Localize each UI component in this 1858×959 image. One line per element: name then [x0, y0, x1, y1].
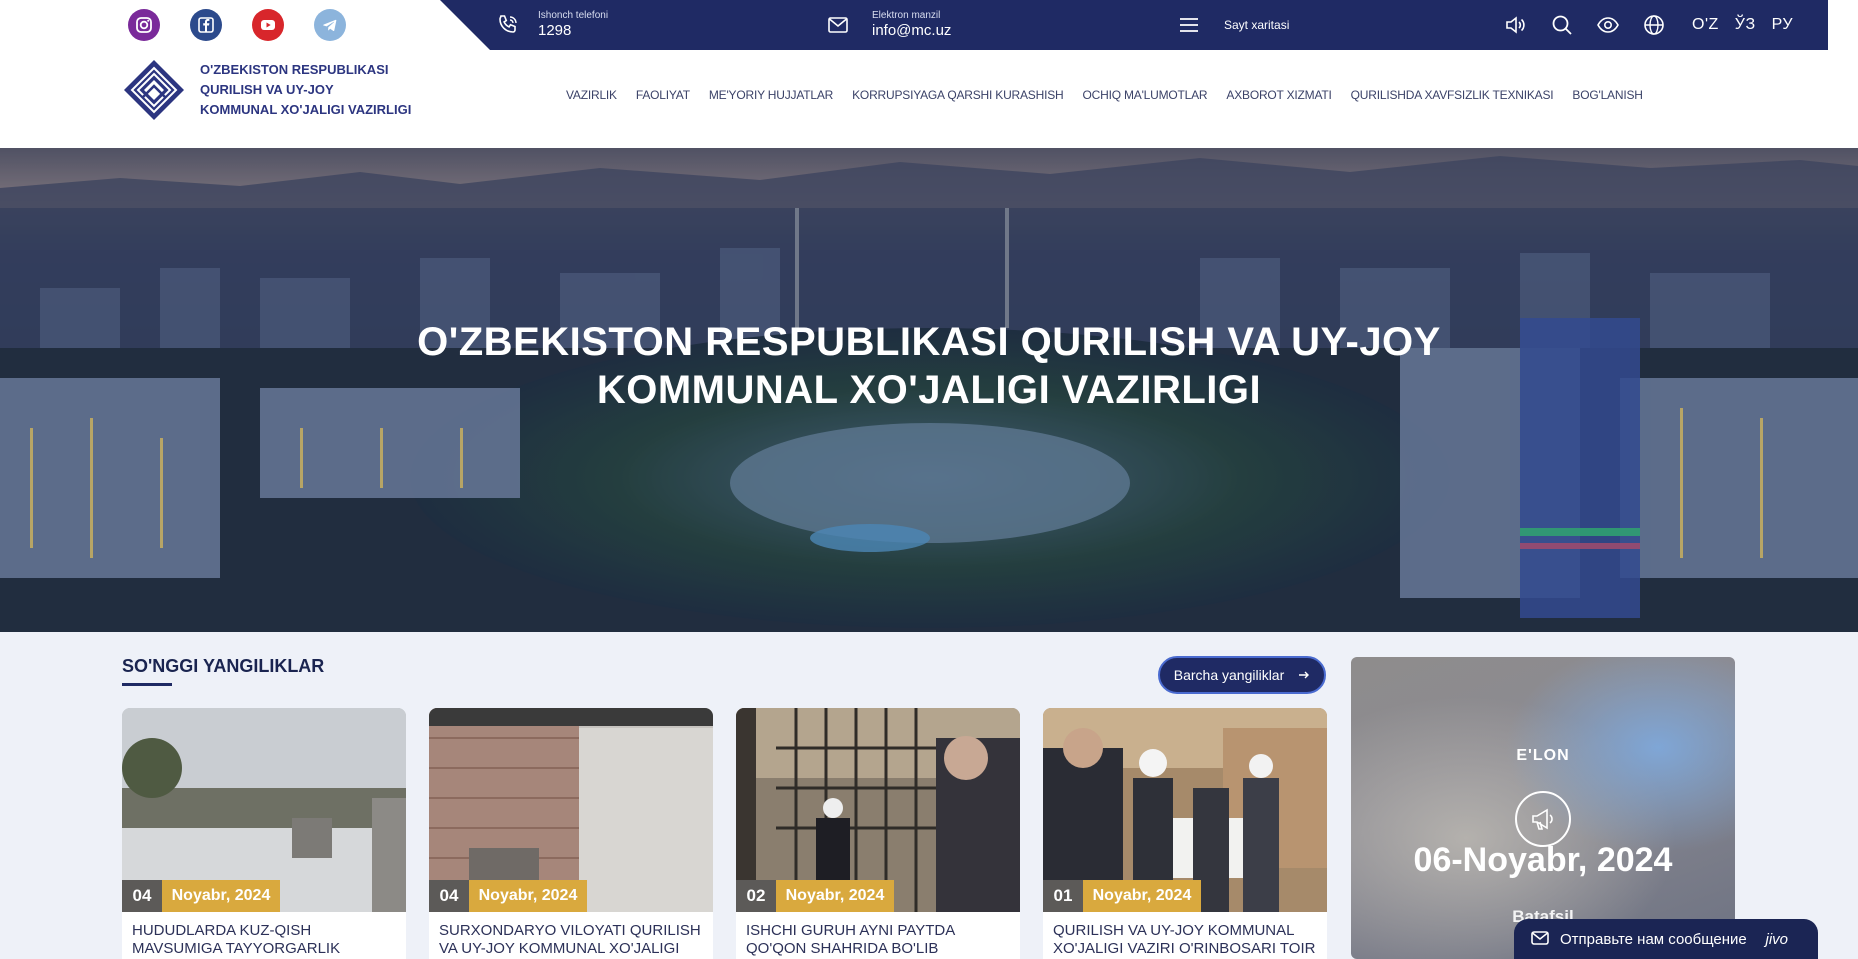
- site-header: Ishonch telefoni 1298 Elektron manzil in…: [0, 0, 1858, 148]
- hero-title-line-2: KOMMUNAL XO'JALIGI VAZIRLIGI: [596, 368, 1262, 412]
- lang-uz-cyrillic[interactable]: ЎЗ: [1735, 16, 1756, 34]
- news-date-day: 04: [122, 880, 162, 912]
- news-card[interactable]: 04 Noyabr, 2024 HUDUDLARDA KUZ-QISH MAVS…: [122, 708, 406, 959]
- news-date-month: Noyabr, 2024: [162, 880, 280, 912]
- chat-label: Отправьте нам сообщение: [1560, 930, 1747, 948]
- logo-line-1: O'ZBEKISTON RESPUBLIKASI: [200, 62, 389, 77]
- menu-icon: [1180, 18, 1198, 32]
- all-news-button[interactable]: Barcha yangiliklar: [1158, 656, 1326, 694]
- email-address: info@mc.uz: [872, 22, 952, 39]
- chat-brand: jivo: [1765, 930, 1788, 948]
- sitemap-label: Sayt xaritasi: [1224, 18, 1290, 32]
- nav-faoliyat[interactable]: FAOLIYAT: [636, 88, 690, 102]
- chat-message-icon: [1531, 931, 1549, 945]
- hotline[interactable]: Ishonch telefoni 1298: [496, 0, 608, 50]
- email-label: Elektron manzil: [872, 10, 941, 21]
- nav-boglanish[interactable]: BOG'LANISH: [1572, 88, 1643, 102]
- top-contact-bar: Ishonch telefoni 1298 Elektron manzil in…: [440, 0, 1828, 50]
- announcement-label: E'LON: [1516, 747, 1570, 764]
- logo-text: O'ZBEKISTON RESPUBLIKASI QURILISH VA UY-…: [200, 60, 411, 120]
- hotline-number: 1298: [538, 22, 572, 39]
- announcement-card[interactable]: E'LON 06-Noyabr, 2024 Batafsil: [1351, 657, 1735, 959]
- megaphone-icon: [1515, 791, 1571, 847]
- announcement-date: 06-Noyabr, 2024: [1413, 841, 1673, 879]
- news-card[interactable]: 01 Noyabr, 2024 QURILISH VA UY-JOY KOMMU…: [1043, 708, 1327, 959]
- accessibility-tools: O'Z ЎЗ РУ: [1504, 0, 1793, 50]
- telegram-icon[interactable]: [314, 9, 346, 41]
- news-date-month: Noyabr, 2024: [469, 880, 587, 912]
- email-contact[interactable]: Elektron manzil info@mc.uz: [826, 0, 951, 50]
- main-nav: VAZIRLIK FAOLIYAT ME'YORIY HUJJATLAR KOR…: [566, 88, 1643, 102]
- sitemap-link[interactable]: Sayt xaritasi: [1178, 0, 1289, 50]
- nav-ochiq-malumotlar[interactable]: OCHIQ MA'LUMOTLAR: [1083, 88, 1208, 102]
- logo-line-3: KOMMUNAL XO'JALIGI VAZIRLIGI: [200, 102, 412, 117]
- all-news-label: Barcha yangiliklar: [1173, 667, 1285, 683]
- nav-korrupsiya[interactable]: KORRUPSIYAGA QARSHI KURASHISH: [852, 88, 1064, 102]
- youtube-icon[interactable]: [252, 9, 284, 41]
- hero-title-line-1: O'ZBEKISTON RESPUBLIKASI QURILISH VA UY-…: [417, 320, 1441, 364]
- news-date-month: Noyabr, 2024: [776, 880, 894, 912]
- nav-meyoriy-hujjatlar[interactable]: ME'YORIY HUJJATLAR: [709, 88, 833, 102]
- news-card[interactable]: 04 Noyabr, 2024 SURXONDARYO VILOYATI QUR…: [429, 708, 713, 959]
- hero-title: O'ZBEKISTON RESPUBLIKASI QURILISH VA UY-…: [0, 318, 1858, 414]
- facebook-icon[interactable]: [190, 9, 222, 41]
- eye-icon[interactable]: [1596, 13, 1620, 37]
- logo-line-2: QURILISH VA UY-JOY: [200, 82, 334, 97]
- ministry-emblem-icon: [124, 60, 184, 120]
- news-date-day: 02: [736, 880, 776, 912]
- news-card[interactable]: 02 Noyabr, 2024 ISHCHI GURUH AYNI PAYTDA…: [736, 708, 1020, 959]
- nav-xavfsizlik[interactable]: QURILISHDA XAVFSIZLIK TEXNIKASI: [1351, 88, 1554, 102]
- arrow-right-icon: [1299, 671, 1310, 679]
- lang-uz-latin[interactable]: O'Z: [1692, 16, 1719, 34]
- news-title[interactable]: QURILISH VA UY-JOY KOMMUNAL XO'JALIGI VA…: [1053, 922, 1321, 958]
- search-icon[interactable]: [1550, 13, 1574, 37]
- nav-axborot-xizmati[interactable]: AXBOROT XIZMATI: [1226, 88, 1331, 102]
- news-title[interactable]: ISHCHI GURUH AYNI PAYTDA QO'QON SHAHRIDA…: [746, 922, 1014, 958]
- news-date-day: 04: [429, 880, 469, 912]
- news-date-month: Noyabr, 2024: [1083, 880, 1201, 912]
- phone-icon: [499, 15, 517, 33]
- chat-widget[interactable]: Отправьте нам сообщение jivo: [1514, 919, 1818, 959]
- lang-ru[interactable]: РУ: [1772, 16, 1793, 34]
- news-section-title: SO'NGGI YANGILIKLAR: [122, 656, 325, 676]
- social-links: [128, 9, 346, 41]
- news-title[interactable]: SURXONDARYO VILOYATI QURILISH VA UY-JOY …: [439, 922, 707, 958]
- hotline-label: Ishonch telefoni: [538, 10, 609, 21]
- news-title[interactable]: HUDUDLARDA KUZ-QISH MAVSUMIGA TAYYORGARL…: [132, 922, 400, 958]
- globe-icon[interactable]: [1642, 13, 1666, 37]
- hero-banner: O'ZBEKISTON RESPUBLIKASI QURILISH VA UY-…: [0, 148, 1858, 632]
- section-title-underline: [122, 683, 172, 686]
- news-date-day: 01: [1043, 880, 1083, 912]
- nav-vazirlik[interactable]: VAZIRLIK: [566, 88, 617, 102]
- speaker-icon[interactable]: [1504, 13, 1528, 37]
- site-logo[interactable]: O'ZBEKISTON RESPUBLIKASI QURILISH VA UY-…: [122, 58, 411, 122]
- instagram-icon[interactable]: [128, 9, 160, 41]
- mail-icon: [828, 17, 848, 33]
